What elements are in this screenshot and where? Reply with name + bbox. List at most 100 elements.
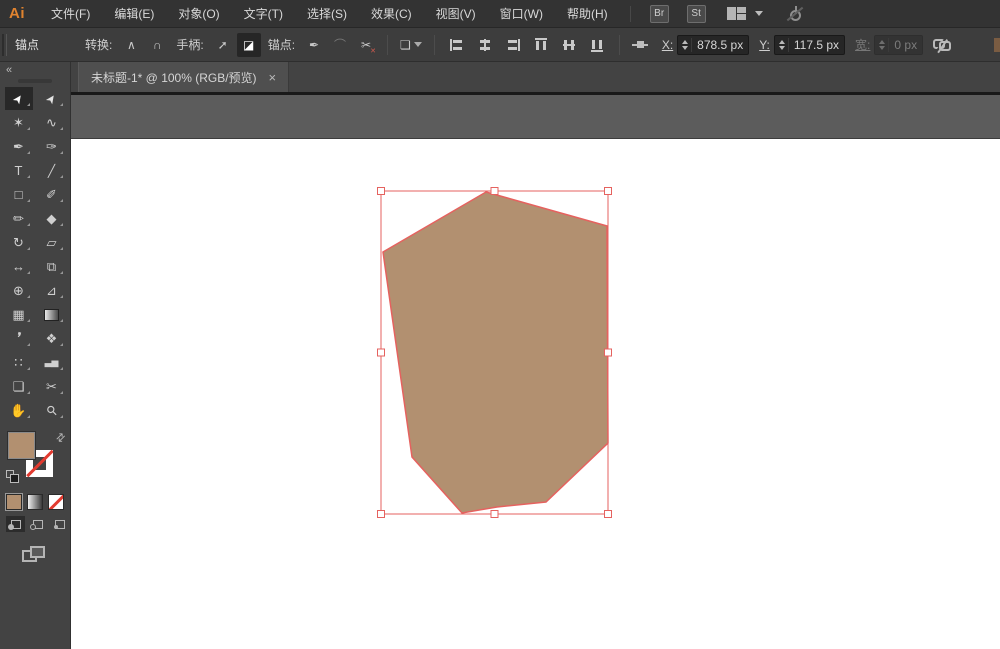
align-center-v-button[interactable] xyxy=(557,33,581,57)
selection-handle[interactable] xyxy=(490,510,499,518)
selection-handle[interactable] xyxy=(377,348,385,357)
tab-close-icon[interactable]: × xyxy=(269,70,277,85)
x-value[interactable]: 878.5 px xyxy=(697,38,743,52)
eraser-tool[interactable]: ◆ xyxy=(38,207,66,230)
slice-tool[interactable]: ✂ xyxy=(38,375,66,398)
controlbar-grip[interactable] xyxy=(2,33,7,56)
shaper-pencil-tool[interactable]: ✏ xyxy=(5,207,33,230)
align-bottom-button[interactable] xyxy=(585,33,609,57)
canvas-viewport[interactable] xyxy=(71,95,1000,649)
magic-wand-tool[interactable]: ✶ xyxy=(5,111,33,134)
chevron-down-icon[interactable] xyxy=(754,11,763,16)
color-button[interactable] xyxy=(5,493,23,511)
show-handles-button[interactable]: ◪ xyxy=(236,32,261,57)
zoom-tool[interactable]: ⚲ xyxy=(38,399,66,422)
x-stepper[interactable] xyxy=(680,37,693,52)
menu-view[interactable]: 视图(V) xyxy=(424,0,488,28)
draw-inside-button[interactable] xyxy=(50,516,69,532)
gradient-button[interactable] xyxy=(27,494,43,510)
bridge-button[interactable]: Br xyxy=(649,4,669,23)
menu-window[interactable]: 窗口(W) xyxy=(488,0,555,28)
align-right-button[interactable] xyxy=(501,33,525,57)
selection-handle[interactable] xyxy=(377,510,385,518)
gradient-tool[interactable] xyxy=(38,303,66,326)
convert-to-corner-button[interactable]: ∧ xyxy=(119,33,143,57)
menu-help[interactable]: 帮助(H) xyxy=(555,0,620,28)
mesh-tool[interactable]: ▦ xyxy=(5,303,33,326)
menu-file[interactable]: 文件(F) xyxy=(39,0,102,28)
x-field[interactable]: 878.5 px xyxy=(677,34,750,55)
menu-effect[interactable]: 效果(C) xyxy=(359,0,424,28)
separator xyxy=(387,34,389,55)
menu-select[interactable]: 选择(S) xyxy=(295,0,359,28)
hide-handles-button[interactable]: ➚ xyxy=(211,33,235,57)
artboard-tool[interactable]: ❏ xyxy=(5,375,33,398)
menu-object[interactable]: 对象(O) xyxy=(166,0,231,28)
align-left-button[interactable] xyxy=(445,33,469,57)
lasso-tool[interactable]: ∿ xyxy=(38,111,66,134)
draw-normal-button[interactable] xyxy=(6,516,25,532)
selection-tool[interactable]: ➤ xyxy=(4,87,33,110)
line-segment-tool[interactable]: ╱ xyxy=(38,159,66,182)
cut-path-button[interactable]: ✂ ✕ xyxy=(354,33,378,57)
remove-anchor-button[interactable]: ✒ xyxy=(302,33,326,57)
swap-fill-stroke-icon[interactable]: ⇄ xyxy=(53,430,68,445)
y-value[interactable]: 117.5 px xyxy=(794,38,839,52)
selection-handle[interactable] xyxy=(604,510,612,518)
draw-behind-button[interactable] xyxy=(28,516,47,532)
align-top-button[interactable] xyxy=(529,33,553,57)
shape-builder-tool[interactable]: ⊕ xyxy=(5,279,33,302)
perspective-grid-tool[interactable]: ⊿ xyxy=(38,279,66,302)
scale-tool[interactable]: ▱ xyxy=(38,231,66,254)
y-field[interactable]: 117.5 px xyxy=(773,34,846,55)
column-graph-tool[interactable]: ▃▅ xyxy=(38,351,66,374)
x-label[interactable]: X: xyxy=(662,38,673,52)
paintbrush-tool[interactable]: ✐ xyxy=(38,183,66,206)
stepper-up-icon xyxy=(778,39,785,44)
stock-button[interactable]: St xyxy=(686,4,706,23)
blend-tool[interactable]: ❖ xyxy=(38,327,66,350)
link-dimensions-icon[interactable] xyxy=(933,37,952,52)
screen-mode-button[interactable] xyxy=(22,546,46,564)
convert-corner-icon: ∧ xyxy=(126,37,136,52)
direct-selection-tool[interactable]: ➤ xyxy=(38,87,66,110)
app-logo: Ai xyxy=(9,5,25,22)
y-stepper[interactable] xyxy=(777,37,789,52)
rectangle-tool[interactable]: □ xyxy=(5,183,33,206)
illustrator-window: Ai 文件(F) 编辑(E) 对象(O) 文字(T) 选择(S) 效果(C) 视… xyxy=(0,0,1000,649)
symbol-sprayer-tool[interactable]: ∷ xyxy=(5,351,33,374)
y-label[interactable]: Y: xyxy=(759,38,770,52)
default-fill-stroke-icon[interactable] xyxy=(6,470,20,484)
selection-handle[interactable] xyxy=(604,187,612,195)
show-handles-icon: ◪ xyxy=(243,37,255,52)
fill-swatch[interactable] xyxy=(7,431,36,460)
document-tab[interactable]: 未标题-1* @ 100% (RGB/预览) × xyxy=(78,62,290,92)
width-value: 0 px xyxy=(894,37,918,52)
selection-handle[interactable] xyxy=(490,187,499,195)
isolate-object-button[interactable]: ❏ xyxy=(396,33,426,57)
none-button[interactable] xyxy=(48,494,64,510)
panel-grip[interactable] xyxy=(18,79,52,83)
selected-polygon-shape[interactable] xyxy=(382,191,609,514)
pen-tool[interactable]: ✒ xyxy=(5,135,33,158)
menu-edit[interactable]: 编辑(E) xyxy=(102,0,166,28)
free-transform-tool[interactable]: ⧉ xyxy=(38,255,66,278)
collapse-panel-button[interactable]: « xyxy=(6,64,12,76)
align-center-h-button[interactable] xyxy=(473,33,497,57)
align-right-icon xyxy=(506,38,520,51)
width-tool[interactable]: ↔ xyxy=(5,255,33,278)
selection-handle[interactable] xyxy=(377,187,385,195)
eyedropper-tool[interactable]: ❜ xyxy=(5,327,33,350)
type-tool[interactable]: T xyxy=(5,159,33,182)
rotate-tool[interactable]: ↻ xyxy=(5,231,33,254)
anchors-label: 锚点: xyxy=(267,38,296,52)
menu-type[interactable]: 文字(T) xyxy=(232,0,295,28)
convert-to-smooth-button[interactable]: ∩ xyxy=(145,33,169,57)
selection-handle[interactable] xyxy=(604,348,612,357)
curvature-tool[interactable]: ✑ xyxy=(38,135,66,158)
width-label: 宽: xyxy=(855,38,871,52)
none-slash-icon xyxy=(49,495,63,509)
hand-tool[interactable]: ✋ xyxy=(5,399,33,422)
workspace-switcher-icon[interactable] xyxy=(726,6,747,21)
cc-sync-disabled-icon[interactable] xyxy=(786,5,803,22)
